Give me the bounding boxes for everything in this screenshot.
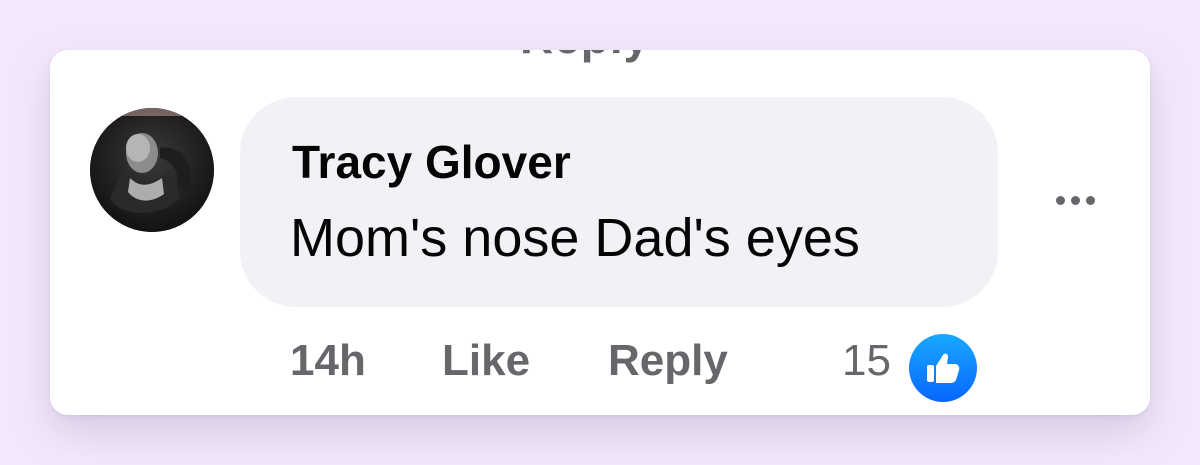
comment-timestamp[interactable]: 14h	[290, 336, 366, 386]
reaction-badge-background	[909, 334, 977, 402]
comment-text: Mom's nose Dad's eyes	[290, 208, 860, 268]
partial-reply-text: Reply	[520, 50, 650, 64]
comment-bubble: Tracy Glover Mom's nose Dad's eyes	[240, 97, 998, 307]
more-horizontal-icon-dot	[1070, 195, 1080, 205]
avatar[interactable]	[90, 108, 214, 232]
reply-button[interactable]: Reply	[608, 336, 728, 386]
avatar-image	[90, 108, 214, 232]
more-horizontal-icon	[1055, 195, 1065, 205]
more-options-button[interactable]	[1045, 180, 1105, 220]
comment-author[interactable]: Tracy Glover	[292, 135, 571, 189]
more-horizontal-icon-dot	[1085, 195, 1095, 205]
reaction-count[interactable]: 15	[842, 336, 891, 386]
comment-card: Reply Tracy Glover Mom's nose Dad's eyes	[50, 50, 1150, 415]
thumbs-up-icon	[927, 353, 960, 383]
reaction-badge[interactable]	[906, 331, 980, 405]
like-button[interactable]: Like	[442, 336, 530, 386]
